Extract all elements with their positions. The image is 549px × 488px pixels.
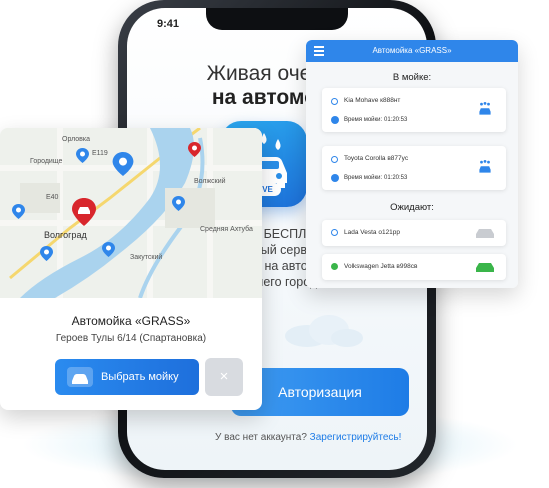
- queue-body: В мойке: Kia Mohave к888нт Время мойки: …: [306, 62, 518, 288]
- map-pin-icon[interactable]: [102, 242, 115, 257]
- signup-link[interactable]: Зарегистрируйтесь!: [310, 432, 402, 443]
- in-wash-item[interactable]: Kia Mohave к888нт Время мойки: 01:20:53: [322, 88, 506, 132]
- status-ring-icon: [331, 229, 338, 236]
- promo-stage: 9:41 Живая очередь на автомойку LIVE спл…: [0, 0, 549, 488]
- menu-icon[interactable]: [314, 46, 324, 56]
- map-pin-icon[interactable]: [188, 142, 201, 157]
- map-label: Е119: [92, 150, 108, 157]
- wash-time-value: 01:20:53: [384, 117, 408, 123]
- cloud-illustration: [285, 315, 363, 347]
- signup-question: У вас нет аккаунта?: [215, 432, 307, 443]
- status-ring-icon: [331, 98, 338, 105]
- car-wash-map-card: Орловка Городище Е40 Е119 Волжский Волго…: [0, 128, 262, 410]
- wash-time-label: Время мойки:: [344, 117, 383, 123]
- car-wash-icon: [479, 160, 491, 173]
- car-name: Lada Vesta о121рр: [344, 229, 401, 236]
- car-wash-address: Героев Тулы 6/14 (Спартановка): [55, 333, 207, 344]
- car-wash-icon: [67, 367, 93, 387]
- wash-time-value: 01:20:53: [384, 175, 408, 181]
- map-label: Волжский: [194, 178, 226, 185]
- map-label: Волгоград: [44, 230, 87, 240]
- city-map[interactable]: Орловка Городище Е40 Е119 Волжский Волго…: [0, 128, 262, 299]
- signup-prompt: У вас нет аккаунта? Зарегистрируйтесь!: [215, 432, 425, 443]
- status-time: 9:41: [157, 18, 180, 30]
- map-pin-icon[interactable]: [12, 204, 25, 219]
- queue-header: Автомойка «GRASS»: [306, 40, 518, 62]
- map-label: Е40: [46, 194, 59, 201]
- status-dot-icon: [331, 263, 338, 270]
- map-label: Средняя Ахтуба: [200, 226, 253, 233]
- map-pin-icon[interactable]: [112, 152, 134, 176]
- map-pin-icon[interactable]: [172, 196, 185, 211]
- waiting-item[interactable]: Lada Vesta о121рр: [322, 220, 506, 246]
- status-ring-icon: [331, 156, 338, 163]
- clock-icon: [331, 116, 339, 124]
- car-wash-title: Автомойка «GRASS»: [71, 314, 191, 328]
- map-label: Орловка: [62, 136, 90, 143]
- map-pin-icon[interactable]: [76, 148, 89, 163]
- car-wash-icon: [479, 102, 491, 115]
- car-name: Volkswagen Jetta в998св: [344, 263, 418, 270]
- waiting-item[interactable]: Volkswagen Jetta в998св: [322, 254, 506, 280]
- wash-time-label: Время мойки:: [344, 175, 383, 181]
- car-icon: [476, 263, 494, 272]
- queue-panel: Автомойка «GRASS» В мойке: Kia Mohave к8…: [306, 40, 518, 288]
- clock-icon: [331, 174, 339, 182]
- car-icon: [476, 229, 494, 238]
- map-label: Городище: [30, 158, 63, 165]
- close-button[interactable]: ×: [205, 358, 243, 396]
- selected-car-wash-pin-icon[interactable]: [72, 198, 96, 226]
- phone-notch: [206, 8, 348, 30]
- map-pin-icon[interactable]: [40, 246, 53, 261]
- car-name: Toyota Corolla в877ус: [344, 155, 409, 162]
- in-wash-item[interactable]: Toyota Corolla в877ус Время мойки: 01:20…: [322, 146, 506, 190]
- waiting-title: Ожидают:: [390, 202, 434, 213]
- in-wash-title: В мойке:: [392, 72, 432, 83]
- choose-button-label: Выбрать мойку: [101, 371, 179, 383]
- choose-car-wash-button[interactable]: Выбрать мойку: [55, 359, 199, 395]
- map-label: Закутский: [130, 254, 163, 261]
- car-name: Kia Mohave к888нт: [344, 97, 401, 104]
- queue-header-title: Автомойка «GRASS»: [372, 46, 452, 55]
